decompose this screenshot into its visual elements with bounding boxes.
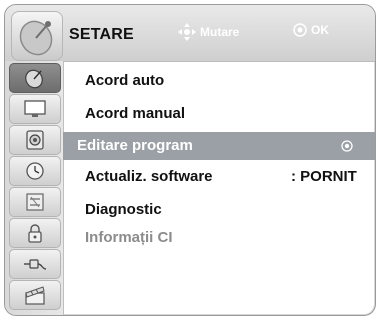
ok-hint-label: OK bbox=[311, 23, 329, 37]
menu-item-value: : PORNIT bbox=[291, 168, 357, 185]
sidebar-item-input[interactable] bbox=[9, 249, 61, 279]
move-hint: Mutare bbox=[178, 23, 239, 41]
sidebar-item-options[interactable] bbox=[9, 187, 61, 217]
lock-icon bbox=[28, 224, 42, 243]
menu-header: SETARE Mutare OK bbox=[5, 5, 375, 62]
setup-menu-window: SETARE Mutare OK Acord auto Acord manual… bbox=[4, 4, 376, 316]
select-indicator-icon bbox=[341, 140, 353, 152]
sidebar-item-media[interactable] bbox=[9, 280, 61, 310]
move-hint-label: Mutare bbox=[200, 25, 240, 39]
menu-item-label: Acord auto bbox=[85, 72, 165, 89]
sidebar-item-lock[interactable] bbox=[9, 218, 61, 248]
menu-item-label: Informații CI bbox=[85, 229, 173, 246]
menu-item-label: Diagnostic bbox=[85, 201, 162, 218]
menu-item-label: Editare program bbox=[77, 137, 193, 154]
media-clapper-icon bbox=[25, 286, 45, 305]
setup-logo bbox=[11, 11, 63, 61]
sidebar-item-setup[interactable] bbox=[9, 63, 61, 93]
menu-item-label: Acord manual bbox=[85, 105, 186, 122]
menu-item-acord-auto[interactable]: Acord auto bbox=[63, 67, 375, 95]
satellite-dish-icon bbox=[19, 20, 53, 56]
sidebar-item-picture[interactable] bbox=[9, 94, 61, 124]
speaker-icon bbox=[26, 130, 44, 150]
satellite-dish-icon bbox=[25, 69, 43, 89]
options-icon bbox=[26, 193, 44, 211]
clock-icon bbox=[26, 162, 44, 180]
menu-item-editare-program[interactable]: Editare program bbox=[63, 132, 375, 160]
ok-button-icon bbox=[293, 23, 307, 37]
sidebar-item-time[interactable] bbox=[9, 156, 61, 186]
sidebar-item-audio[interactable] bbox=[9, 125, 61, 155]
ok-hint: OK bbox=[293, 23, 329, 37]
menu-item-acord-manual[interactable]: Acord manual bbox=[63, 100, 375, 128]
menu-item-actualiz-software[interactable]: Actualiz. software : PORNIT bbox=[63, 163, 375, 191]
menu-item-diagnostic[interactable]: Diagnostic bbox=[63, 196, 375, 224]
setup-menu-list: Acord auto Acord manual Editare program … bbox=[63, 61, 375, 315]
menu-item-informatii-ci: Informații CI bbox=[63, 224, 375, 252]
category-sidebar bbox=[5, 61, 64, 315]
navigation-arrows-icon bbox=[178, 23, 196, 41]
monitor-icon bbox=[24, 100, 46, 117]
menu-title: SETARE bbox=[69, 26, 134, 43]
menu-item-label: Actualiz. software bbox=[85, 168, 213, 185]
input-plug-icon bbox=[24, 259, 47, 270]
